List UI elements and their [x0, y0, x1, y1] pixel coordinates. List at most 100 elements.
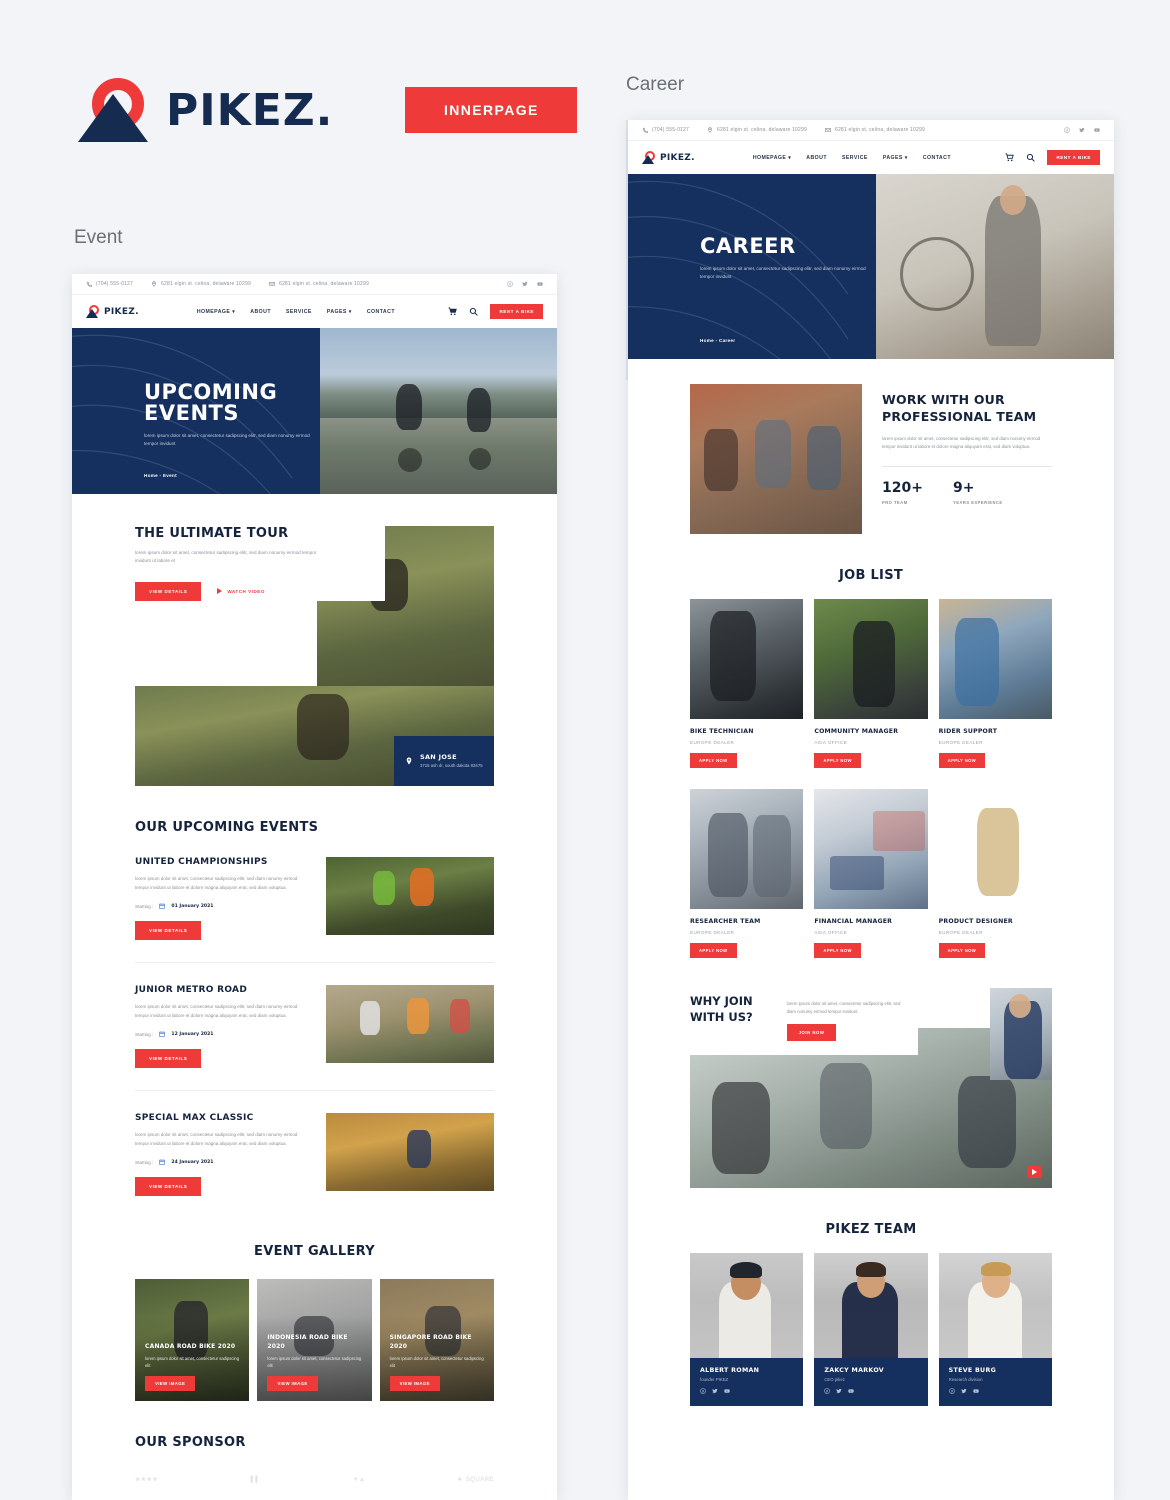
nav-item-service[interactable]: SERVICE	[842, 155, 868, 161]
job-photo	[939, 789, 1052, 909]
team-member-photo	[938, 1253, 1052, 1358]
join-now-button[interactable]: JOIN NOW	[786, 1024, 837, 1042]
event-view-details-button[interactable]: VIEW DETAILS	[135, 1049, 202, 1069]
event-list-item: UNITED CHAMPIONSHIPS lorem ipsum dolor s…	[135, 835, 494, 964]
facebook-icon[interactable]	[700, 1388, 706, 1394]
event-hero-panel: UPCOMING EVENTS lorem ipsum dolor sit am…	[72, 328, 320, 494]
cart-icon[interactable]	[448, 307, 458, 316]
gallery-card: SINGAPORE ROAD BIKE 2020 lorem ipsum dol…	[379, 1279, 494, 1402]
nav-item-homepage[interactable]: HOMEPAGE ▾	[197, 309, 235, 315]
youtube-icon[interactable]	[848, 1388, 854, 1394]
twitter-icon[interactable]	[960, 1388, 967, 1394]
site-navbar: PIKEZ. HOMEPAGE ▾ ABOUT SERVICE PAGES ▾ …	[628, 141, 1114, 174]
job-photo	[814, 599, 928, 719]
sponsor-section: OUR SPONSOR ★★★★ ▌▌ ▼▲ ■ SQUARE	[135, 1435, 494, 1484]
career-hero: CAREER lorem ipsum dolor sit amet, conse…	[628, 174, 1114, 359]
youtube-icon[interactable]	[537, 281, 543, 287]
apply-now-button[interactable]: APPLY NOW	[690, 753, 737, 768]
event-view-details-button[interactable]: VIEW DETAILS	[135, 1177, 202, 1197]
gallery-view-image-button[interactable]: VIEW IMAGE	[145, 1376, 196, 1392]
play-icon	[217, 588, 223, 595]
search-icon[interactable]	[469, 307, 479, 316]
twitter-icon[interactable]	[522, 281, 528, 287]
event-list-item: JUNIOR METRO ROAD lorem ipsum dolor sit …	[135, 963, 494, 1092]
navbar-logo[interactable]: PIKEZ.	[642, 151, 695, 164]
event-hero: UPCOMING EVENTS lorem ipsum dolor sit am…	[72, 328, 557, 494]
twitter-icon[interactable]	[712, 1388, 718, 1394]
chevron-down-icon: ▾	[788, 154, 792, 161]
job-card: COMMUNITY MANAGER ASIA OFFICE APPLY NOW	[814, 599, 928, 768]
topbar-address[interactable]: 6281 elgin st. celina, delaware 10299	[151, 281, 251, 287]
pikez-logo-icon	[78, 78, 148, 142]
apply-now-button[interactable]: APPLY NOW	[814, 943, 861, 958]
pikez-team-section: PIKEZ TEAM ALBERT ROMAN founder PIKEZ ZA…	[628, 1222, 1114, 1406]
youtube-icon[interactable]	[973, 1388, 979, 1394]
search-icon[interactable]	[1026, 153, 1036, 162]
navbar-logo[interactable]: PIKEZ.	[86, 305, 139, 318]
topbar-address[interactable]: 6281 elgin st. celina, delaware 10299	[707, 127, 807, 133]
career-hero-panel: CAREER lorem ipsum dolor sit amet, conse…	[628, 174, 876, 359]
ultimate-tour-section: THE ULTIMATE TOUR lorem ipsum dolor sit …	[72, 526, 557, 786]
job-card: RESEARCHER TEAM EUROPE DEALER APPLY NOW	[690, 789, 804, 958]
upcoming-events-section: OUR UPCOMING EVENTS UNITED CHAMPIONSHIPS…	[72, 820, 557, 1218]
play-video-button[interactable]	[1027, 1166, 1042, 1178]
site-navbar: PIKEZ. HOMEPAGE ▾ ABOUT SERVICE PAGES ▾ …	[72, 295, 557, 328]
rent-a-bike-button[interactable]: RENT A BIKE	[490, 304, 543, 319]
innerpage-button[interactable]: INNERPAGE	[405, 87, 578, 133]
rent-a-bike-button[interactable]: RENT A BIKE	[1047, 150, 1100, 165]
apply-now-button[interactable]: APPLY NOW	[814, 753, 861, 768]
watch-video-link[interactable]: WATCH VIDEO	[217, 588, 265, 595]
cart-icon[interactable]	[1005, 153, 1015, 162]
topbar-email[interactable]: 6281 elgin st. celina, delaware 10299	[269, 281, 369, 287]
preview-caption-event: Event	[74, 227, 123, 248]
why-join-section: WHY JOIN WITH US? lorem ipsum dolor sit …	[690, 988, 1052, 1188]
nav-item-about[interactable]: ABOUT	[806, 155, 827, 161]
facebook-icon[interactable]	[507, 281, 513, 287]
why-join-side-photo	[990, 988, 1052, 1080]
facebook-icon[interactable]	[824, 1388, 831, 1394]
tour-card: THE ULTIMATE TOUR lorem ipsum dolor sit …	[135, 526, 385, 601]
gallery-grid: CANADA ROAD BIKE 2020 lorem ipsum dolor …	[135, 1279, 494, 1402]
tour-view-details-button[interactable]: VIEW DETAILS	[135, 581, 202, 601]
topbar-phone[interactable]: (704) 555-0127	[86, 281, 133, 287]
pikez-mark-icon	[642, 151, 655, 164]
topbar-email[interactable]: 6281 elgin st. celina, delaware 10299	[825, 127, 925, 133]
job-list-section: JOB LIST BIKE TECHNICIAN EUROPE DEALER A…	[628, 568, 1114, 958]
chevron-down-icon: ▾	[904, 154, 908, 161]
apply-now-button[interactable]: APPLY NOW	[938, 753, 986, 768]
mail-icon	[825, 128, 831, 132]
twitter-icon[interactable]	[836, 1388, 842, 1394]
twitter-icon[interactable]	[1079, 127, 1085, 133]
brand-header: PIKEZ. INNERPAGE	[78, 78, 578, 142]
job-photo	[938, 599, 1052, 719]
apply-now-button[interactable]: APPLY NOW	[690, 943, 737, 958]
sponsor-logo-triangle: ▼▲	[352, 1476, 366, 1483]
nav-item-homepage[interactable]: HOMEPAGE ▾	[753, 155, 791, 161]
site-topbar: (704) 555-0127 6281 elgin st. celina, de…	[628, 120, 1114, 141]
facebook-icon[interactable]	[1064, 127, 1070, 133]
topbar-phone[interactable]: (704) 555-0127	[642, 127, 689, 133]
nav-item-pages[interactable]: PAGES ▾	[883, 155, 908, 161]
nav-item-about[interactable]: ABOUT	[250, 309, 271, 315]
nav-item-contact[interactable]: CONTACT	[923, 155, 951, 161]
event-view-details-button[interactable]: VIEW DETAILS	[135, 921, 202, 941]
event-date: Starting : 12 January 2021	[135, 1031, 214, 1037]
youtube-icon[interactable]	[724, 1388, 730, 1394]
gallery-view-image-button[interactable]: VIEW IMAGE	[267, 1376, 318, 1392]
gallery-view-image-button[interactable]: VIEW IMAGE	[389, 1376, 440, 1392]
team-member-card: ZAKCY MARKOV CEO pikez	[814, 1253, 928, 1406]
map-pin-icon	[406, 757, 412, 765]
tour-location-badge: SAN JOSE 3715 ash dr, south dakota 83475	[394, 735, 494, 786]
navbar-links: HOMEPAGE ▾ ABOUT SERVICE PAGES ▾ CONTACT	[753, 155, 951, 161]
nav-item-contact[interactable]: CONTACT	[367, 309, 395, 315]
gallery-card: CANADA ROAD BIKE 2020 lorem ipsum dolor …	[135, 1279, 250, 1402]
team-grid: ALBERT ROMAN founder PIKEZ ZAKCY MARKOV …	[628, 1253, 1114, 1406]
apply-now-button[interactable]: APPLY NOW	[938, 943, 986, 958]
team-member-photo	[690, 1253, 804, 1358]
nav-item-pages[interactable]: PAGES ▾	[327, 309, 352, 315]
map-pin-icon	[152, 281, 156, 287]
nav-item-service[interactable]: SERVICE	[286, 309, 312, 315]
preview-board: PIKEZ. INNERPAGE Event Career (704) 555-…	[0, 0, 1170, 1500]
youtube-icon[interactable]	[1094, 127, 1100, 133]
facebook-icon[interactable]	[948, 1388, 955, 1394]
